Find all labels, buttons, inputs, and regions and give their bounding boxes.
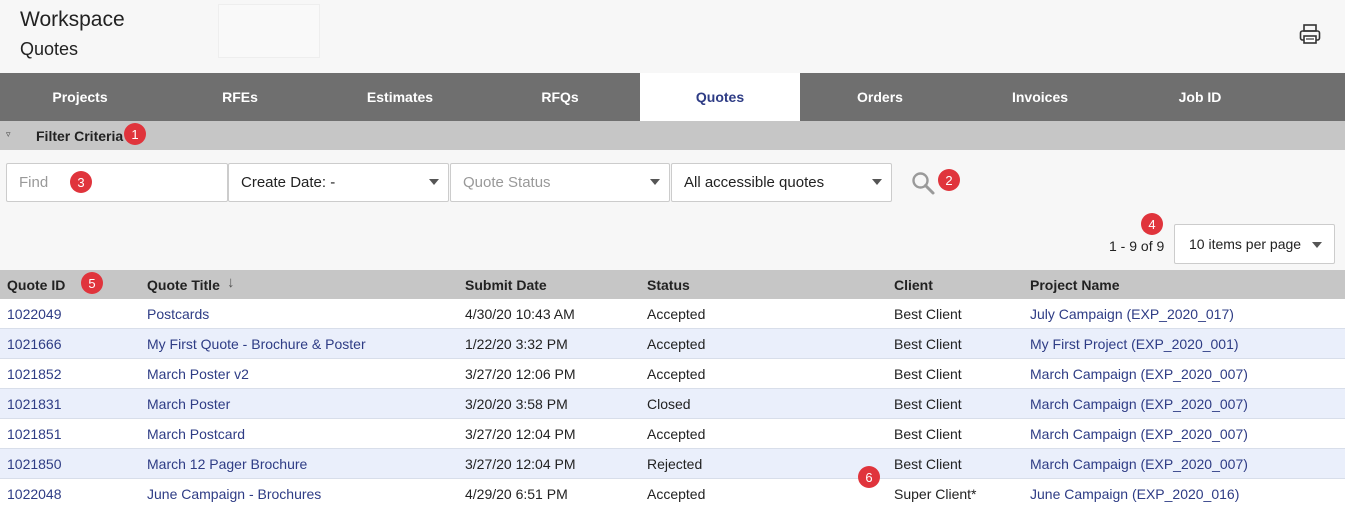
tab-estimates[interactable]: Estimates: [320, 73, 480, 121]
quote-id-link[interactable]: 1022049: [7, 306, 62, 322]
sort-down-arrow-icon[interactable]: ↓: [227, 274, 235, 291]
client: Super Client*: [894, 486, 977, 502]
column-quote-title[interactable]: Quote Title: [147, 277, 220, 293]
table-row: 1021831 March Poster 3/20/20 3:58 PM Clo…: [0, 389, 1345, 419]
tab-rfes[interactable]: RFEs: [160, 73, 320, 121]
status: Accepted: [647, 366, 706, 382]
tab-quotes[interactable]: Quotes: [640, 73, 800, 121]
project-name-link[interactable]: My First Project (EXP_2020_001): [1030, 336, 1239, 352]
create-date-value: Create Date: -: [241, 174, 336, 191]
quote-title-link[interactable]: My First Quote - Brochure & Poster: [147, 336, 366, 352]
filter-criteria-label[interactable]: Filter Criteria: [36, 128, 123, 144]
client: Best Client: [894, 426, 962, 442]
submit-date: 3/20/20 3:58 PM: [465, 396, 568, 412]
quote-title-link[interactable]: Postcards: [147, 306, 209, 322]
table-row: 1021666 My First Quote - Brochure & Post…: [0, 329, 1345, 359]
quote-id-link[interactable]: 1021851: [7, 426, 62, 442]
items-per-page-select[interactable]: 10 items per page: [1174, 224, 1335, 264]
tab-orders[interactable]: Orders: [800, 73, 960, 121]
quote-title-link[interactable]: March Postcard: [147, 426, 245, 442]
create-date-select[interactable]: Create Date: -: [228, 163, 449, 202]
find-input[interactable]: [6, 163, 228, 202]
client: Best Client: [894, 396, 962, 412]
status: Accepted: [647, 306, 706, 322]
chevron-down-icon: [1312, 242, 1322, 248]
quote-scope-select[interactable]: All accessible quotes: [671, 163, 892, 202]
project-name-link[interactable]: July Campaign (EXP_2020_017): [1030, 306, 1234, 322]
nav-tabs: Projects RFEs Estimates RFQs Quotes Orde…: [0, 73, 1345, 121]
quote-scope-value: All accessible quotes: [684, 174, 825, 191]
submit-date: 3/27/20 12:04 PM: [465, 456, 576, 472]
search-icon[interactable]: [910, 170, 936, 196]
client: Best Client: [894, 336, 962, 352]
chevron-down-icon: [429, 179, 439, 185]
project-name-link[interactable]: June Campaign (EXP_2020_016): [1030, 486, 1239, 502]
client: Best Client: [894, 306, 962, 322]
tab-rfqs[interactable]: RFQs: [480, 73, 640, 121]
annotation-badge: 4: [1141, 213, 1163, 235]
submit-date: 4/29/20 6:51 PM: [465, 486, 568, 502]
column-client[interactable]: Client: [894, 277, 933, 293]
quote-title-link[interactable]: March Poster: [147, 396, 230, 412]
table-row: 1022049 Postcards 4/30/20 10:43 AM Accep…: [0, 299, 1345, 329]
collapse-triangle-icon[interactable]: ▿: [6, 129, 11, 140]
column-status[interactable]: Status: [647, 277, 690, 293]
filter-criteria-bar[interactable]: ▿ Filter Criteria: [0, 121, 1345, 150]
quote-status-placeholder: Quote Status: [463, 174, 551, 191]
project-name-link[interactable]: March Campaign (EXP_2020_007): [1030, 426, 1248, 442]
table-header: Quote ID Quote Title ↓ Submit Date Statu…: [0, 270, 1345, 299]
quote-id-link[interactable]: 1022048: [7, 486, 62, 502]
table-row: 1021852 March Poster v2 3/27/20 12:06 PM…: [0, 359, 1345, 389]
submit-date: 3/27/20 12:04 PM: [465, 426, 576, 442]
client: Best Client: [894, 456, 962, 472]
page-header: Workspace Quotes: [0, 0, 1345, 73]
annotation-badge: 1: [124, 123, 146, 145]
annotation-badge: 6: [858, 466, 880, 488]
quote-id-link[interactable]: 1021852: [7, 366, 62, 382]
tab-invoices[interactable]: Invoices: [960, 73, 1120, 121]
quote-id-link[interactable]: 1021850: [7, 456, 62, 472]
status: Closed: [647, 396, 691, 412]
project-name-link[interactable]: March Campaign (EXP_2020_007): [1030, 366, 1248, 382]
page-title: Quotes: [20, 39, 79, 59]
annotation-badge: 5: [81, 272, 103, 294]
tab-job-id[interactable]: Job ID: [1120, 73, 1280, 121]
client: Best Client: [894, 366, 962, 382]
items-per-page-value: 10 items per page: [1189, 236, 1302, 252]
chevron-down-icon: [650, 179, 660, 185]
annotation-badge: 2: [938, 169, 960, 191]
status: Rejected: [647, 456, 703, 472]
chevron-down-icon: [872, 179, 882, 185]
column-project-name[interactable]: Project Name: [1030, 277, 1119, 293]
annotation-badge: 3: [70, 171, 92, 193]
status: Accepted: [647, 486, 706, 502]
quote-id-link[interactable]: 1021666: [7, 336, 62, 352]
pagination-range: 1 - 9 of 9: [1109, 238, 1165, 254]
table-row: 1022048 June Campaign - Brochures 4/29/2…: [0, 479, 1345, 505]
project-name-link[interactable]: March Campaign (EXP_2020_007): [1030, 456, 1248, 472]
faded-menu-overlay: [218, 4, 320, 58]
table-row: 1021851 March Postcard 3/27/20 12:04 PM …: [0, 419, 1345, 449]
quote-id-link[interactable]: 1021831: [7, 396, 62, 412]
status: Accepted: [647, 336, 706, 352]
quote-title-link[interactable]: June Campaign - Brochures: [147, 486, 321, 502]
quote-status-select[interactable]: Quote Status: [450, 163, 670, 202]
status: Accepted: [647, 426, 706, 442]
printer-icon[interactable]: [1298, 22, 1322, 46]
column-submit-date[interactable]: Submit Date: [465, 277, 547, 293]
submit-date: 1/22/20 3:32 PM: [465, 336, 568, 352]
submit-date: 4/30/20 10:43 AM: [465, 306, 575, 322]
column-quote-id[interactable]: Quote ID: [7, 277, 65, 293]
table-row: 1021850 March 12 Pager Brochure 3/27/20 …: [0, 449, 1345, 479]
quote-title-link[interactable]: March 12 Pager Brochure: [147, 456, 307, 472]
workspace-title: Workspace: [20, 8, 125, 31]
project-name-link[interactable]: March Campaign (EXP_2020_007): [1030, 396, 1248, 412]
submit-date: 3/27/20 12:06 PM: [465, 366, 576, 382]
tab-projects[interactable]: Projects: [0, 73, 160, 121]
quote-title-link[interactable]: March Poster v2: [147, 366, 249, 382]
